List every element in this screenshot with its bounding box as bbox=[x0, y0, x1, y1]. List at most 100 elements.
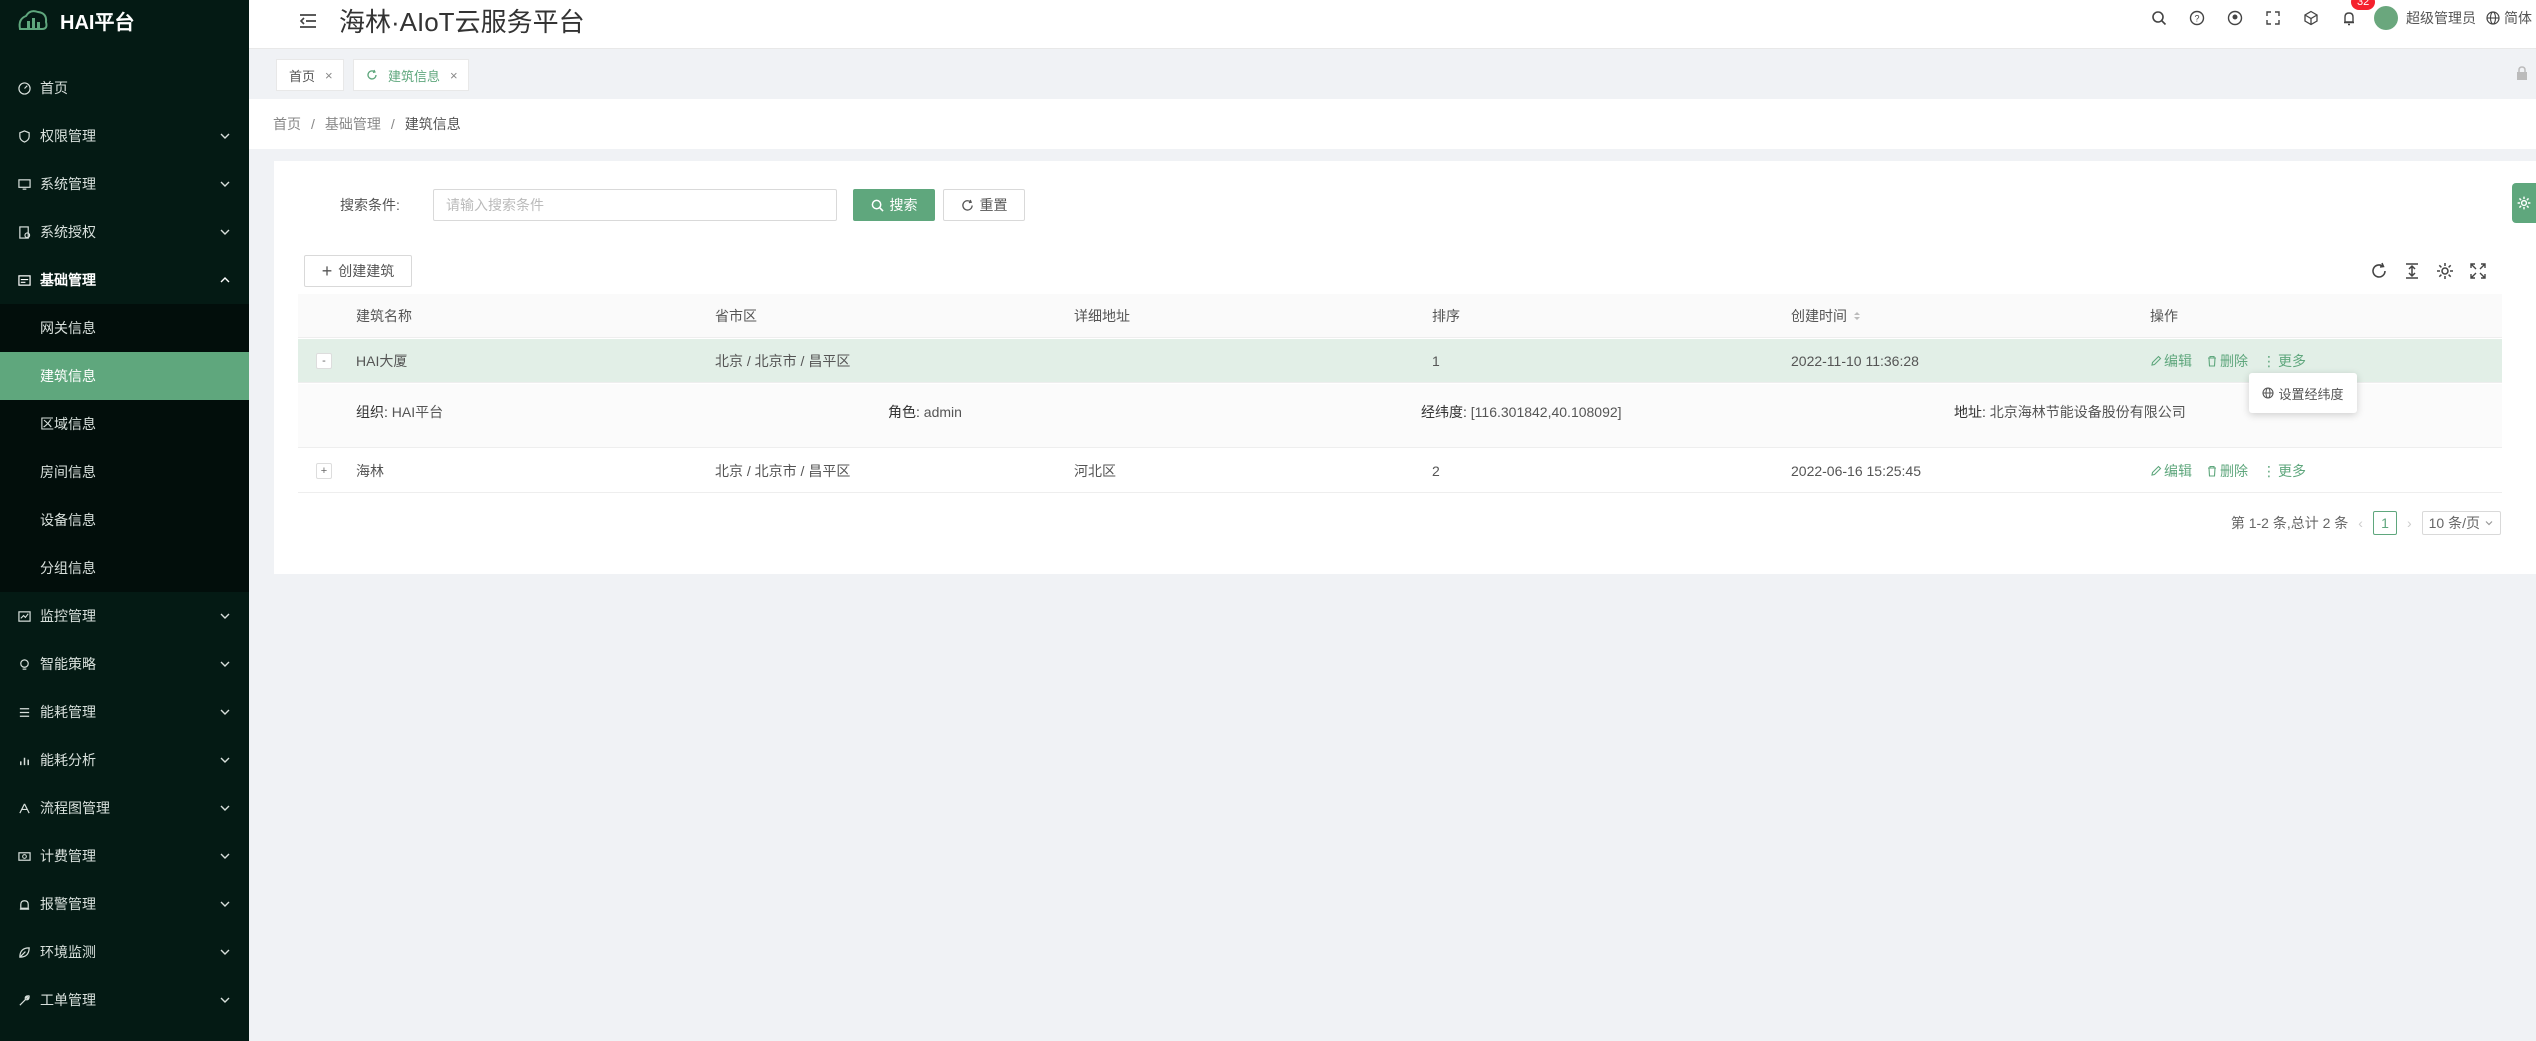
monitor-icon bbox=[16, 176, 32, 192]
header-actions: ? 32 超级管理员 简体 bbox=[2140, 0, 2536, 36]
search-icon bbox=[871, 199, 884, 212]
sidebar-item-energy[interactable]: 能耗管理 bbox=[0, 688, 249, 736]
edit-label: 编辑 bbox=[2164, 463, 2192, 479]
menu-fold-icon[interactable] bbox=[297, 10, 319, 32]
sidebar-item-room[interactable]: 房间信息 bbox=[0, 448, 249, 496]
detail-value: admin bbox=[923, 404, 962, 420]
search-input[interactable]: 请输入搜索条件 bbox=[433, 189, 837, 221]
help-icon[interactable]: ? bbox=[2178, 0, 2216, 36]
sidebar-item-environment[interactable]: 环境监测 bbox=[0, 928, 249, 976]
close-icon[interactable]: × bbox=[450, 68, 458, 83]
detail-address: 地址: 北京海林节能设备股份有限公司 bbox=[1954, 402, 2186, 422]
edit-icon bbox=[2151, 465, 2162, 476]
prev-page-icon[interactable]: ‹ bbox=[2358, 515, 2363, 531]
refresh-icon[interactable] bbox=[366, 69, 378, 81]
github-icon[interactable] bbox=[2216, 0, 2254, 36]
refresh-icon[interactable] bbox=[2369, 261, 2389, 281]
more-icon: ⋮ bbox=[2262, 462, 2276, 479]
sidebar-item-area[interactable]: 区域信息 bbox=[0, 400, 249, 448]
expand-row-button[interactable]: + bbox=[316, 463, 332, 479]
theme-settings-button[interactable] bbox=[2512, 183, 2536, 223]
table-row[interactable]: + 海林 北京 / 北京市 / 昌平区 河北区 2 2022-06-16 15:… bbox=[298, 449, 2502, 493]
sidebar-item-device[interactable]: 设备信息 bbox=[0, 496, 249, 544]
search-button[interactable]: 搜索 bbox=[853, 189, 935, 221]
reset-button[interactable]: 重置 bbox=[943, 189, 1025, 221]
tab-home[interactable]: 首页 × bbox=[276, 59, 344, 91]
sidebar-item-analysis[interactable]: 能耗分析 bbox=[0, 736, 249, 784]
settings-icon[interactable] bbox=[2435, 261, 2455, 281]
chevron-down-icon bbox=[220, 949, 230, 955]
search-icon[interactable] bbox=[2140, 0, 2178, 36]
more-button[interactable]: ⋮ 更多 bbox=[2262, 351, 2306, 371]
pagination-summary: 第 1-2 条,总计 2 条 bbox=[2230, 515, 2349, 531]
sidebar-item-label: 权限管理 bbox=[40, 128, 96, 144]
sidebar-item-workorder[interactable]: 工单管理 bbox=[0, 976, 249, 1024]
logo[interactable]: HAI平台 bbox=[0, 0, 249, 40]
delete-button[interactable]: 删除 bbox=[2206, 351, 2248, 371]
next-page-icon[interactable]: › bbox=[2407, 515, 2412, 531]
lock-icon[interactable] bbox=[2514, 65, 2530, 81]
close-icon[interactable]: × bbox=[325, 68, 333, 83]
globe-icon bbox=[2486, 11, 2500, 25]
collapse-row-button[interactable]: - bbox=[316, 353, 332, 369]
chevron-down-icon bbox=[220, 997, 230, 1003]
column-header-sortable[interactable]: 创建时间 bbox=[1791, 294, 1861, 338]
edit-button[interactable]: 编辑 bbox=[2150, 461, 2192, 481]
sidebar-item-strategy[interactable]: 智能策略 bbox=[0, 640, 249, 688]
sidebar-item-alarm[interactable]: 报警管理 bbox=[0, 880, 249, 928]
delete-button[interactable]: 删除 bbox=[2206, 461, 2248, 481]
breadcrumb-item[interactable]: 首页 bbox=[273, 114, 301, 134]
dashboard-icon bbox=[16, 80, 32, 96]
sidebar-item-building[interactable]: 建筑信息 bbox=[0, 352, 249, 400]
delete-label: 删除 bbox=[2220, 463, 2248, 479]
tool-icon bbox=[16, 992, 32, 1008]
sidebar-item-label: 系统管理 bbox=[40, 176, 96, 192]
sidebar-item-system[interactable]: 系统管理 bbox=[0, 160, 249, 208]
settings-icon bbox=[2517, 196, 2531, 210]
sidebar-item-label: 报警管理 bbox=[40, 896, 96, 912]
sort-icon[interactable] bbox=[1853, 310, 1861, 322]
detail-label: 地址: bbox=[1954, 404, 1986, 420]
box-icon[interactable] bbox=[2292, 0, 2330, 36]
sidebar-item-monitor[interactable]: 监控管理 bbox=[0, 592, 249, 640]
sidebar-item-flowchart[interactable]: 流程图管理 bbox=[0, 784, 249, 832]
edit-button[interactable]: 编辑 bbox=[2150, 351, 2192, 371]
cell-sort: 2 bbox=[1432, 463, 1440, 479]
search-label: 搜索条件: bbox=[340, 197, 400, 213]
content-card: 搜索条件: 请输入搜索条件 搜索 重置 + 创建建筑 建筑名称 省市区 详细地址… bbox=[274, 161, 2536, 574]
page-size-select[interactable]: 10 条/页 bbox=[2421, 511, 2501, 535]
page-number[interactable]: 1 bbox=[2372, 511, 2397, 535]
chevron-down-icon bbox=[220, 901, 230, 907]
delete-icon bbox=[2208, 355, 2216, 367]
delete-label: 删除 bbox=[2220, 353, 2248, 369]
set-coordinates-menu-item[interactable]: 设置经纬度 bbox=[2249, 373, 2357, 413]
chevron-down-icon bbox=[220, 613, 230, 619]
user-menu[interactable]: 超级管理员 bbox=[2368, 6, 2486, 30]
sidebar-item-label: 首页 bbox=[40, 80, 68, 96]
density-icon[interactable] bbox=[2402, 261, 2422, 281]
breadcrumb-item[interactable]: 基础管理 bbox=[325, 114, 381, 134]
chevron-down-icon bbox=[220, 661, 230, 667]
detail-label: 经纬度: bbox=[1421, 404, 1467, 420]
sidebar-item-billing[interactable]: 计费管理 bbox=[0, 832, 249, 880]
sidebar-item-authorization[interactable]: 系统授权 bbox=[0, 208, 249, 256]
tab-building[interactable]: 建筑信息 × bbox=[353, 59, 469, 91]
column-header: 排序 bbox=[1432, 308, 1460, 324]
table-row[interactable]: - HAI大厦 北京 / 北京市 / 昌平区 1 2022-11-10 11:3… bbox=[298, 339, 2502, 383]
plus-icon: + bbox=[321, 260, 333, 281]
fullscreen-icon[interactable] bbox=[2468, 261, 2488, 281]
more-button[interactable]: ⋮ 更多 bbox=[2262, 461, 2306, 481]
sidebar-item-basic[interactable]: 基础管理 bbox=[0, 256, 249, 304]
notification-badge: 32 bbox=[2351, 0, 2376, 10]
sidebar-item-group[interactable]: 分组信息 bbox=[0, 544, 249, 592]
sidebar-item-permission[interactable]: 权限管理 bbox=[0, 112, 249, 160]
pagination: 第 1-2 条,总计 2 条 ‹ 1 › 10 条/页 bbox=[2231, 511, 2501, 535]
cell-created: 2022-11-10 11:36:28 bbox=[1791, 353, 1919, 369]
sidebar-item-home[interactable]: 首页 bbox=[0, 64, 249, 112]
language-switch[interactable]: 简体 bbox=[2486, 8, 2536, 28]
sidebar-item-gateway[interactable]: 网关信息 bbox=[0, 304, 249, 352]
create-building-button[interactable]: + 创建建筑 bbox=[304, 255, 412, 287]
fullscreen-icon[interactable] bbox=[2254, 0, 2292, 36]
bell-icon[interactable]: 32 bbox=[2330, 0, 2376, 36]
bar-chart-icon bbox=[16, 752, 32, 768]
